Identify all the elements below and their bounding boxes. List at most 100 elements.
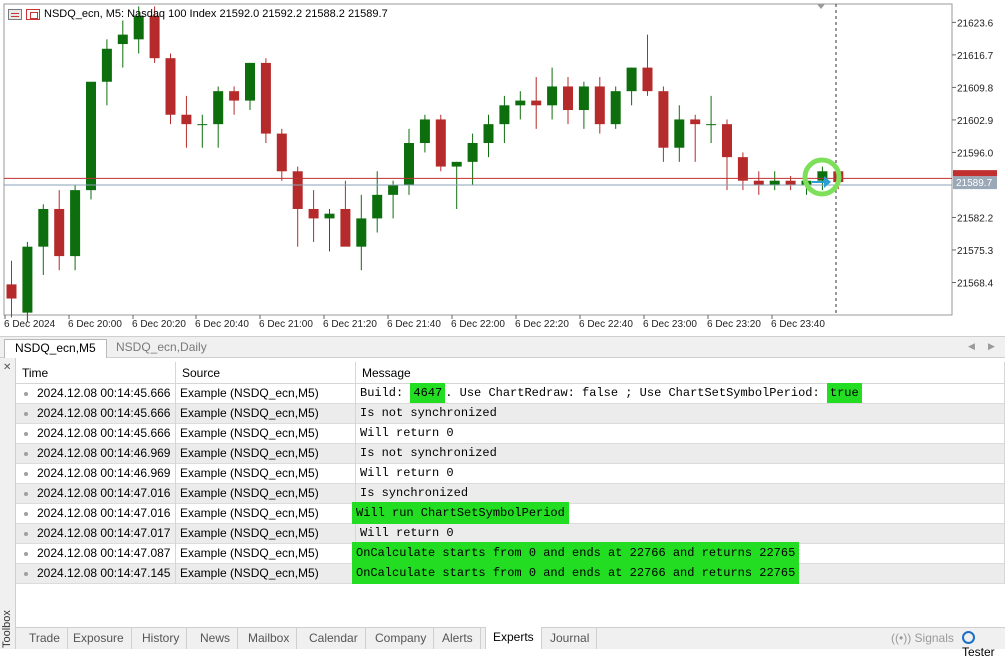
log-level-icon — [24, 532, 28, 536]
price-axis-label: 21582.2 — [957, 213, 994, 224]
candle-body — [229, 91, 240, 101]
price-chart[interactable]: 21623.6 21616.7 21609.8 21602.9 21596.0 21582… — [0, 0, 1005, 334]
toolbox-tab-company[interactable]: Company — [368, 628, 435, 649]
candle-body — [435, 119, 446, 167]
price-axis-label: 21596.0 — [957, 148, 994, 159]
chart-window-icon[interactable] — [26, 8, 40, 20]
candle-body — [404, 143, 414, 186]
toolbox-tab-exposure[interactable]: Exposure — [66, 628, 132, 649]
candle-body — [499, 105, 510, 125]
chart-tab-nsdq-daily[interactable]: NSDQ_ecn,Daily — [106, 339, 217, 358]
toolbox-tab-journal[interactable]: Journal — [543, 628, 598, 649]
log-time-cell: 2024.12.08 00:14:47.017 — [16, 524, 176, 544]
candle-body — [658, 91, 669, 148]
candle-body — [467, 143, 478, 162]
highlighted-message: OnCalculate starts from 0 and ends at 22… — [352, 542, 800, 564]
log-level-icon — [24, 412, 28, 416]
log-row[interactable]: 2024.12.08 00:14:47.016 Example (NSDQ_ecn… — [16, 502, 1005, 524]
log-source-cell: Example (NSDQ_ecn,M5) — [176, 384, 356, 404]
tester-label: Tester — [962, 645, 995, 659]
log-row[interactable]: 2024.12.08 00:14:46.969 Example (NSDQ_ecn… — [16, 444, 1005, 464]
toolbox-tab-mailbox[interactable]: Mailbox — [241, 628, 298, 649]
toolbox-tab-trade[interactable]: Trade — [22, 628, 68, 649]
candle-body — [181, 114, 192, 125]
log-message-cell: Will return 0 — [356, 524, 1005, 544]
log-level-icon — [24, 572, 28, 576]
log-source-cell: Example (NSDQ_ecn,M5) — [176, 524, 356, 544]
tester-button[interactable]: Tester — [962, 631, 1005, 659]
candle-body — [38, 208, 49, 247]
log-message-cell: Is synchronized — [356, 484, 1005, 504]
log-source-cell: Example (NSDQ_ecn,M5) — [176, 504, 356, 524]
highlighted-value: 4647 — [410, 383, 446, 403]
candle-body — [451, 161, 462, 167]
toolbox-tab-news[interactable]: News — [193, 628, 239, 649]
column-header-message[interactable]: Message — [356, 362, 1005, 384]
candle-body — [674, 119, 685, 148]
log-time-cell: 2024.12.08 00:14:45.666 — [16, 384, 176, 404]
log-row[interactable]: 2024.12.08 00:14:45.666 Example (NSDQ_ecn… — [16, 424, 1005, 444]
log-row[interactable]: 2024.12.08 00:14:45.666 Example (NSDQ_ecn… — [16, 383, 1005, 404]
log-source-cell: Example (NSDQ_ecn,M5) — [176, 464, 356, 484]
log-row[interactable]: 2024.12.08 00:14:46.969 Example (NSDQ_ecn… — [16, 464, 1005, 484]
log-source-cell: Example (NSDQ_ecn,M5) — [176, 564, 356, 584]
candle-body — [245, 62, 255, 101]
candle-body — [340, 208, 351, 247]
log-message-cell: OnCalculate starts from 0 and ends at 22… — [352, 542, 1005, 564]
chart-tab-nsdq-m5[interactable]: NSDQ_ecn,M5 — [4, 339, 107, 358]
time-axis-label: 6 Dec 21:40 — [387, 319, 441, 330]
tester-icon — [962, 631, 975, 644]
candle-body — [54, 208, 65, 257]
highlighted-value: true — [826, 383, 862, 403]
time-axis-label: 6 Dec 20:20 — [132, 319, 186, 330]
log-row[interactable]: 2024.12.08 00:14:47.016 Example (NSDQ_ecn… — [16, 484, 1005, 504]
toolbox-label: Toolbox — [1, 610, 13, 648]
log-time-cell: 2024.12.08 00:14:45.666 — [16, 424, 176, 444]
chart-tab-bar: NSDQ_ecn,M5 NSDQ_ecn,Daily ◀ ▶ — [0, 336, 1005, 358]
log-time-cell: 2024.12.08 00:14:47.016 — [16, 484, 176, 504]
log-source-cell: Example (NSDQ_ecn,M5) — [176, 484, 356, 504]
toolbox-tab-alerts[interactable]: Alerts — [435, 628, 481, 649]
candle-body — [483, 124, 494, 144]
experts-log-table: Time Source Message 2024.12.08 00:14:45.… — [16, 362, 1005, 584]
signals-button[interactable]: ((•)) Signals — [891, 631, 954, 645]
log-level-icon — [24, 452, 28, 456]
log-row[interactable]: 2024.12.08 00:14:45.666 Example (NSDQ_ecn… — [16, 404, 1005, 424]
log-row[interactable]: 2024.12.08 00:14:47.087 Example (NSDQ_ecn… — [16, 542, 1005, 564]
log-level-icon — [24, 512, 28, 516]
toolbox-tab-experts[interactable]: Experts — [485, 627, 542, 649]
candle-body — [594, 86, 605, 125]
chart-list-icon[interactable] — [8, 8, 22, 20]
close-icon[interactable]: ✕ — [3, 362, 11, 373]
highlighted-message: OnCalculate starts from 0 and ends at 22… — [352, 562, 800, 584]
candle-body — [101, 48, 112, 82]
log-level-icon — [24, 552, 28, 556]
log-time-cell: 2024.12.08 00:14:47.016 — [16, 504, 176, 524]
chart-header: NSDQ_ecn, M5: Nasdaq 100 Index 21592.0 2… — [8, 7, 388, 21]
log-row[interactable]: 2024.12.08 00:14:47.145 Example (NSDQ_ecn… — [16, 562, 1005, 584]
log-rows: 2024.12.08 00:14:45.666 Example (NSDQ_ecn… — [16, 383, 1005, 584]
toolbox-tab-calendar[interactable]: Calendar — [302, 628, 366, 649]
tab-scroll-left-icon[interactable]: ◀ — [968, 341, 975, 352]
tab-scroll-right-icon[interactable]: ▶ — [988, 341, 995, 352]
log-source-cell: Example (NSDQ_ecn,M5) — [176, 444, 356, 464]
candle-body — [86, 81, 96, 191]
candle-body — [690, 119, 701, 125]
candlestick-chart-svg[interactable]: 21623.6 21616.7 21609.8 21602.9 21596.0 21582… — [0, 0, 1005, 334]
candle-body — [419, 119, 430, 144]
log-row[interactable]: 2024.12.08 00:14:47.017 Example (NSDQ_ecn… — [16, 524, 1005, 544]
candle-body — [578, 86, 589, 111]
candle-body — [276, 133, 287, 172]
candle-body — [626, 67, 637, 92]
candle-body — [165, 58, 176, 115]
log-message-cell: Build: 4647. Use ChartRedraw: false ; Us… — [356, 383, 1005, 404]
candle-body — [197, 124, 208, 126]
column-header-source[interactable]: Source — [176, 362, 356, 384]
price-axis-label: 21568.4 — [957, 278, 994, 289]
log-message-cell: Will run ChartSetSymbolPeriod — [352, 502, 1005, 524]
toolbox-tab-history[interactable]: History — [135, 628, 188, 649]
candle-body — [22, 246, 33, 313]
log-level-icon — [24, 432, 28, 436]
column-header-time[interactable]: Time — [16, 362, 176, 384]
candle-body — [642, 67, 653, 92]
